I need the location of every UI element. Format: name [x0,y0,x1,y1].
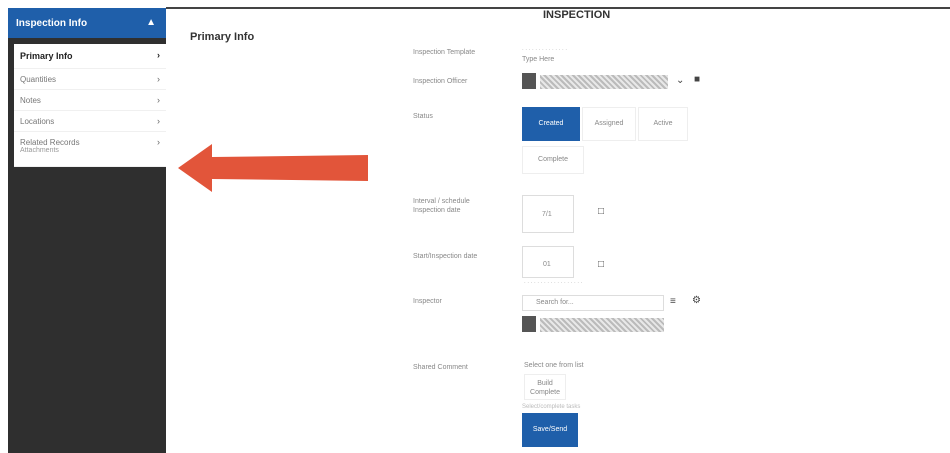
page-title: INSPECTION [543,9,611,21]
calendar-icon[interactable]: □ [598,206,604,217]
date-value: 01 [543,261,551,268]
result-option[interactable]: Build Complete [524,374,566,400]
sidebar-item-label: Locations [20,117,55,126]
sidebar-item-quantities[interactable]: Quantities › [14,69,166,90]
sidebar-item-label: Primary Info [20,51,73,61]
save-button[interactable]: Save/Send [522,413,578,447]
date-hint: . . . . . . . . . . . . . . . . . . [524,279,583,285]
settings-icon[interactable]: ⚙ [692,295,701,306]
date-label: Start/Inspection date [413,253,478,260]
status-option-active[interactable]: Active [638,107,688,141]
chevron-up-icon[interactable]: ▲ [146,17,156,28]
sidebar-subitem-attachments[interactable]: Attachments [20,147,59,154]
chevron-right-icon: › [157,137,160,147]
interval-value: 7/1 [542,211,552,218]
sidebar-item-related-records[interactable]: Related Records › Attachments [14,132,166,167]
result-hint: Select one from list [524,362,584,369]
sidebar-item-label: Notes [20,96,41,105]
section-title: Primary Info [190,31,255,43]
inspector-value[interactable] [540,75,668,89]
sidebar-item-locations[interactable]: Locations › [14,111,166,132]
inspector-search-placeholder: Search for... [536,299,574,306]
result-note: Select/complete tasks [522,404,581,410]
sidebar-menu: Primary Info › Quantities › Notes › Loca… [14,44,166,167]
inspector-label: Inspection Officer [413,78,468,85]
annotation-arrow-icon [178,144,368,192]
chevron-right-icon: › [157,74,160,84]
person-icon[interactable]: ■ [694,74,700,85]
result-label: Shared Comment [413,364,468,371]
sidebar-item-label: Quantities [20,75,57,84]
sidebar-header[interactable]: Inspection Info ▲ [8,8,166,38]
inspector2-label: Inspector [413,298,442,305]
calendar-icon[interactable]: □ [598,259,604,270]
status-option-assigned[interactable]: Assigned [582,107,636,141]
inspector2-avatar [522,316,536,332]
sidebar-item-label: Related Records [20,138,80,147]
status-option-created[interactable]: Created [522,107,580,141]
sidebar-header-label: Inspection Info [16,18,88,29]
sidebar-item-notes[interactable]: Notes › [14,90,166,111]
inspector-avatar [522,73,536,89]
status-label: Status [413,113,433,120]
type-label: Inspection Template [413,49,476,56]
type-value[interactable]: Type Here [522,56,554,63]
chevron-right-icon: › [157,50,160,60]
sidebar: Inspection Info ▲ Primary Info › Quantit… [8,8,166,453]
list-icon[interactable]: ≡ [670,296,676,307]
interval-label: Interval / schedule Inspection date [413,198,470,214]
status-option-complete[interactable]: Complete [522,146,584,174]
chevron-right-icon: › [157,116,160,126]
sidebar-item-primary-info[interactable]: Primary Info › [14,44,166,69]
chevron-down-icon[interactable]: ⌄ [676,75,684,86]
chevron-right-icon: › [157,95,160,105]
type-hint: . . . . . . . . . . . . . . [522,46,568,52]
inspector2-value[interactable] [540,318,664,332]
